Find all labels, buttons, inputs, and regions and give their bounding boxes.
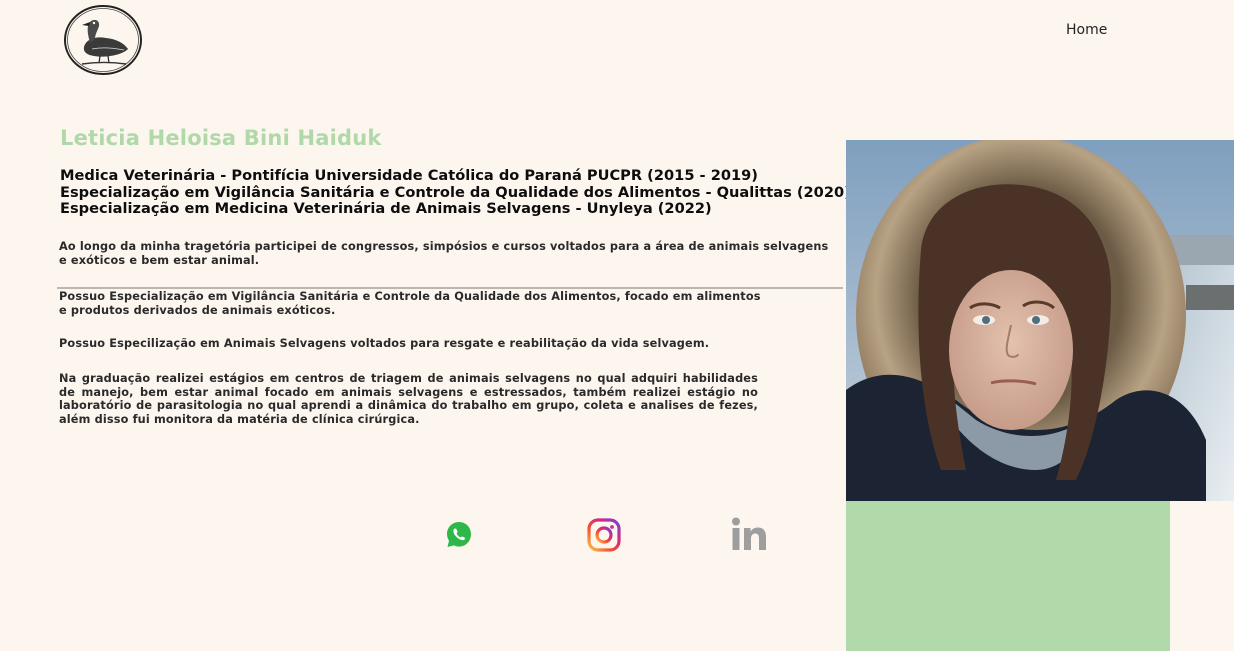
bio-paragraph: Na graduação realizei estágios em centro…: [59, 372, 758, 426]
linkedin-icon[interactable]: [730, 516, 768, 552]
degree-item: Medica Veterinária - Pontifícia Universi…: [60, 167, 758, 184]
accent-block: [846, 501, 1170, 651]
bio-paragraph: Possuo Especialização em Vigilância Sani…: [59, 290, 761, 317]
section-divider: [57, 287, 843, 289]
whatsapp-icon[interactable]: [445, 520, 473, 550]
profile-photo: [846, 140, 1234, 501]
profile-name: Leticia Heloisa Bini Haiduk: [60, 126, 382, 150]
degree-item: Especialização em Medicina Veterinária d…: [60, 200, 712, 217]
instagram-icon[interactable]: [586, 517, 622, 553]
degrees-list: Medica Veterinária - Pontifícia Universi…: [60, 167, 851, 218]
degree-item: Especialização em Vigilância Sanitária e…: [60, 183, 851, 201]
bio-paragraph: Possuo Especilização em Animais Selvagen…: [59, 337, 710, 350]
bio-paragraph: Ao longo da minha tragetória participei …: [59, 240, 829, 267]
nav-home-link[interactable]: Home: [1066, 22, 1107, 38]
duck-logo-icon[interactable]: [62, 3, 144, 77]
